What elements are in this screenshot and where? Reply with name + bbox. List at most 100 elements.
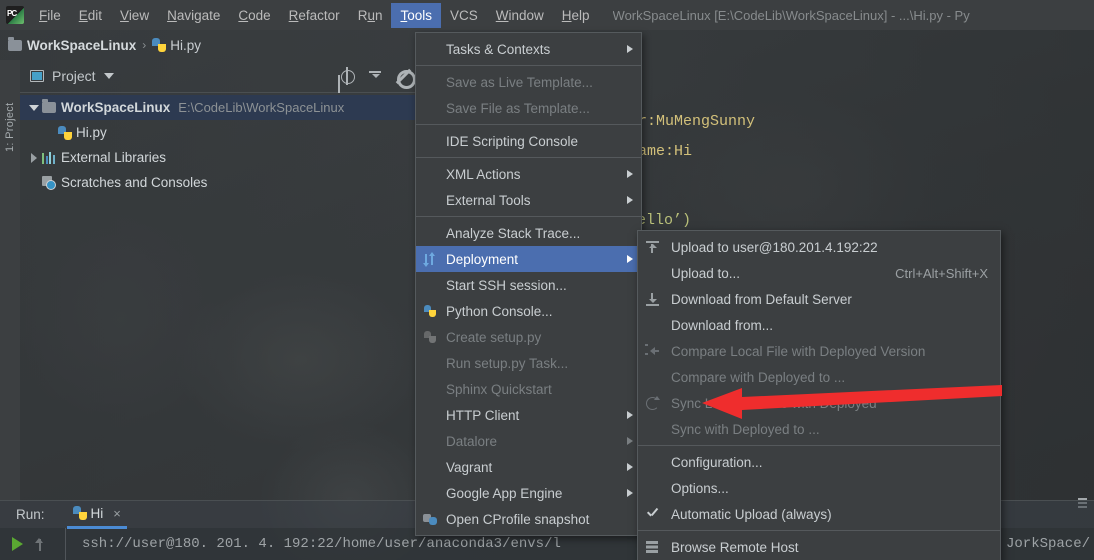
menu-view[interactable]: View bbox=[111, 3, 158, 28]
menu-item-download-from[interactable]: Download from... bbox=[638, 312, 1000, 338]
sync-icon bbox=[645, 396, 660, 411]
project-tool-window-title[interactable]: Project bbox=[52, 68, 96, 84]
menu-item-label: IDE Scripting Console bbox=[446, 133, 579, 149]
menu-file[interactable]: File bbox=[30, 3, 70, 28]
project-tool-window: Project WorkSpaceLinux E:\CodeLib\WorkSp… bbox=[20, 60, 420, 500]
project-tree: WorkSpaceLinux E:\CodeLib\WorkSpaceLinux… bbox=[20, 93, 420, 195]
menu-item-label: Save File as Template... bbox=[446, 100, 590, 116]
download-icon bbox=[645, 292, 660, 307]
gear-icon[interactable] bbox=[394, 67, 416, 89]
menu-item-ide-scripting-console[interactable]: IDE Scripting Console bbox=[416, 128, 641, 154]
menu-item-external-tools[interactable]: External Tools bbox=[416, 187, 641, 213]
close-icon[interactable]: × bbox=[113, 506, 121, 521]
check-icon bbox=[645, 507, 660, 522]
menu-item-analyze-stack-trace[interactable]: Analyze Stack Trace... bbox=[416, 220, 641, 246]
menu-item-options[interactable]: Options... bbox=[638, 475, 1000, 501]
menu-separator bbox=[416, 216, 641, 217]
menu-item-download-from-default-server[interactable]: Download from Default Server bbox=[638, 286, 1000, 312]
tree-item-external-libraries[interactable]: External Libraries bbox=[20, 145, 420, 170]
tree-item-project-root[interactable]: WorkSpaceLinux E:\CodeLib\WorkSpaceLinux bbox=[20, 95, 420, 120]
console-output-tail: JorkSpace/ bbox=[1005, 536, 1090, 552]
menu-refactor[interactable]: Refactor bbox=[280, 3, 349, 28]
python-icon bbox=[423, 304, 438, 319]
upload-icon bbox=[645, 240, 660, 255]
menu-item-label: HTTP Client bbox=[446, 407, 520, 423]
menu-item-google-app-engine[interactable]: Google App Engine bbox=[416, 480, 641, 506]
menu-item-datalore: Datalore bbox=[416, 428, 641, 454]
expand-triangle-right-icon[interactable] bbox=[26, 152, 42, 163]
menu-tools[interactable]: Tools bbox=[391, 2, 441, 28]
breadcrumb-project[interactable]: WorkSpaceLinux bbox=[8, 36, 137, 53]
menu-item-configuration[interactable]: Configuration... bbox=[638, 449, 1000, 475]
menu-item-open-cprofile-snapshot[interactable]: Open CProfile snapshot bbox=[416, 506, 641, 532]
menu-item-http-client[interactable]: HTTP Client bbox=[416, 402, 641, 428]
collapse-all-icon[interactable] bbox=[366, 67, 384, 85]
console-output-line: ssh://user@180. 201. 4. 192:22/home/user… bbox=[82, 536, 561, 552]
scroll-up-icon[interactable] bbox=[33, 536, 47, 552]
editor-line-filename: ame:Hi bbox=[638, 143, 693, 160]
menu-navigate[interactable]: Navigate bbox=[158, 3, 229, 28]
folder-icon bbox=[8, 36, 22, 51]
menu-item-deployment[interactable]: Deployment bbox=[416, 246, 641, 272]
menu-run[interactable]: Run bbox=[349, 3, 392, 28]
chevron-right-icon bbox=[627, 411, 633, 419]
locate-file-icon[interactable] bbox=[338, 67, 356, 85]
chevron-right-icon bbox=[627, 45, 633, 53]
chevron-right-icon bbox=[627, 437, 633, 445]
menu-item-label: Datalore bbox=[446, 433, 498, 449]
tree-item-hi-py[interactable]: Hi.py bbox=[20, 120, 420, 145]
tree-item-label: WorkSpaceLinux bbox=[61, 100, 171, 115]
menu-item-label: Analyze Stack Trace... bbox=[446, 225, 581, 241]
menu-item-automatic-upload-always[interactable]: Automatic Upload (always) bbox=[638, 501, 1000, 527]
menu-item-label: Run setup.py Task... bbox=[446, 355, 569, 371]
scratches-icon bbox=[42, 175, 56, 190]
menu-item-start-ssh-session[interactable]: Start SSH session... bbox=[416, 272, 641, 298]
menu-help[interactable]: Help bbox=[553, 3, 599, 28]
menu-separator bbox=[416, 157, 641, 158]
menu-item-tasks-and-contexts[interactable]: Tasks & Contexts bbox=[416, 36, 641, 62]
menu-item-browse-remote-host[interactable]: Browse Remote Host bbox=[638, 534, 1000, 560]
menu-item-label: Python Console... bbox=[446, 303, 553, 319]
tree-item-scratches-and-consoles[interactable]: Scratches and Consoles bbox=[20, 170, 420, 195]
tree-item-label: Hi.py bbox=[76, 125, 107, 140]
chevron-down-icon[interactable] bbox=[103, 73, 114, 79]
menu-vcs[interactable]: VCS bbox=[441, 3, 487, 28]
menu-item-label: Google App Engine bbox=[446, 485, 563, 501]
menu-item-label: Deployment bbox=[446, 251, 519, 267]
menu-separator bbox=[638, 445, 1000, 446]
breadcrumb-file[interactable]: Hi.py bbox=[152, 38, 201, 53]
menu-item-upload-to-server[interactable]: Upload to user@180.201.4.192:22 bbox=[638, 234, 1000, 260]
tool-window-tab-project[interactable]: 1: Project bbox=[4, 96, 16, 152]
main-menu-bar: PC File Edit View Navigate Code Refactor… bbox=[0, 0, 1094, 30]
menu-item-create-setup-py: Create setup.py bbox=[416, 324, 641, 350]
tools-dropdown-menu: Tasks & Contexts Save as Live Template..… bbox=[415, 32, 642, 536]
menu-item-python-console[interactable]: Python Console... bbox=[416, 298, 641, 324]
breadcrumb-file-label: Hi.py bbox=[170, 37, 202, 53]
breadcrumb-project-label: WorkSpaceLinux bbox=[27, 37, 137, 53]
menu-item-label: Sphinx Quickstart bbox=[446, 381, 552, 397]
run-tab-hi[interactable]: Hi × bbox=[66, 501, 127, 529]
chevron-right-icon bbox=[627, 463, 633, 471]
rerun-icon[interactable] bbox=[12, 537, 23, 551]
run-console-toolbar bbox=[0, 528, 66, 560]
expand-triangle-down-icon[interactable] bbox=[26, 104, 42, 111]
breadcrumb-separator: › bbox=[142, 38, 147, 52]
deployment-icon bbox=[422, 252, 438, 267]
chevron-right-icon bbox=[627, 489, 633, 497]
python-file-icon bbox=[72, 506, 87, 520]
menu-item-vagrant[interactable]: Vagrant bbox=[416, 454, 641, 480]
python-file-icon bbox=[152, 38, 167, 52]
libraries-icon bbox=[42, 151, 56, 164]
menu-edit[interactable]: Edit bbox=[70, 3, 111, 28]
tree-item-path: E:\CodeLib\WorkSpaceLinux bbox=[178, 100, 345, 115]
run-label: Run: bbox=[16, 507, 45, 522]
menu-item-label: Vagrant bbox=[446, 459, 493, 475]
chevron-right-icon bbox=[627, 255, 633, 263]
menu-code[interactable]: Code bbox=[229, 3, 279, 28]
menu-window[interactable]: Window bbox=[487, 3, 553, 28]
menu-item-xml-actions[interactable]: XML Actions bbox=[416, 161, 641, 187]
menu-item-save-file-as-template: Save File as Template... bbox=[416, 95, 641, 121]
menu-item-upload-to[interactable]: Upload to... Ctrl+Alt+Shift+X bbox=[638, 260, 1000, 286]
tree-item-label: Scratches and Consoles bbox=[61, 175, 208, 190]
menu-separator bbox=[638, 530, 1000, 531]
